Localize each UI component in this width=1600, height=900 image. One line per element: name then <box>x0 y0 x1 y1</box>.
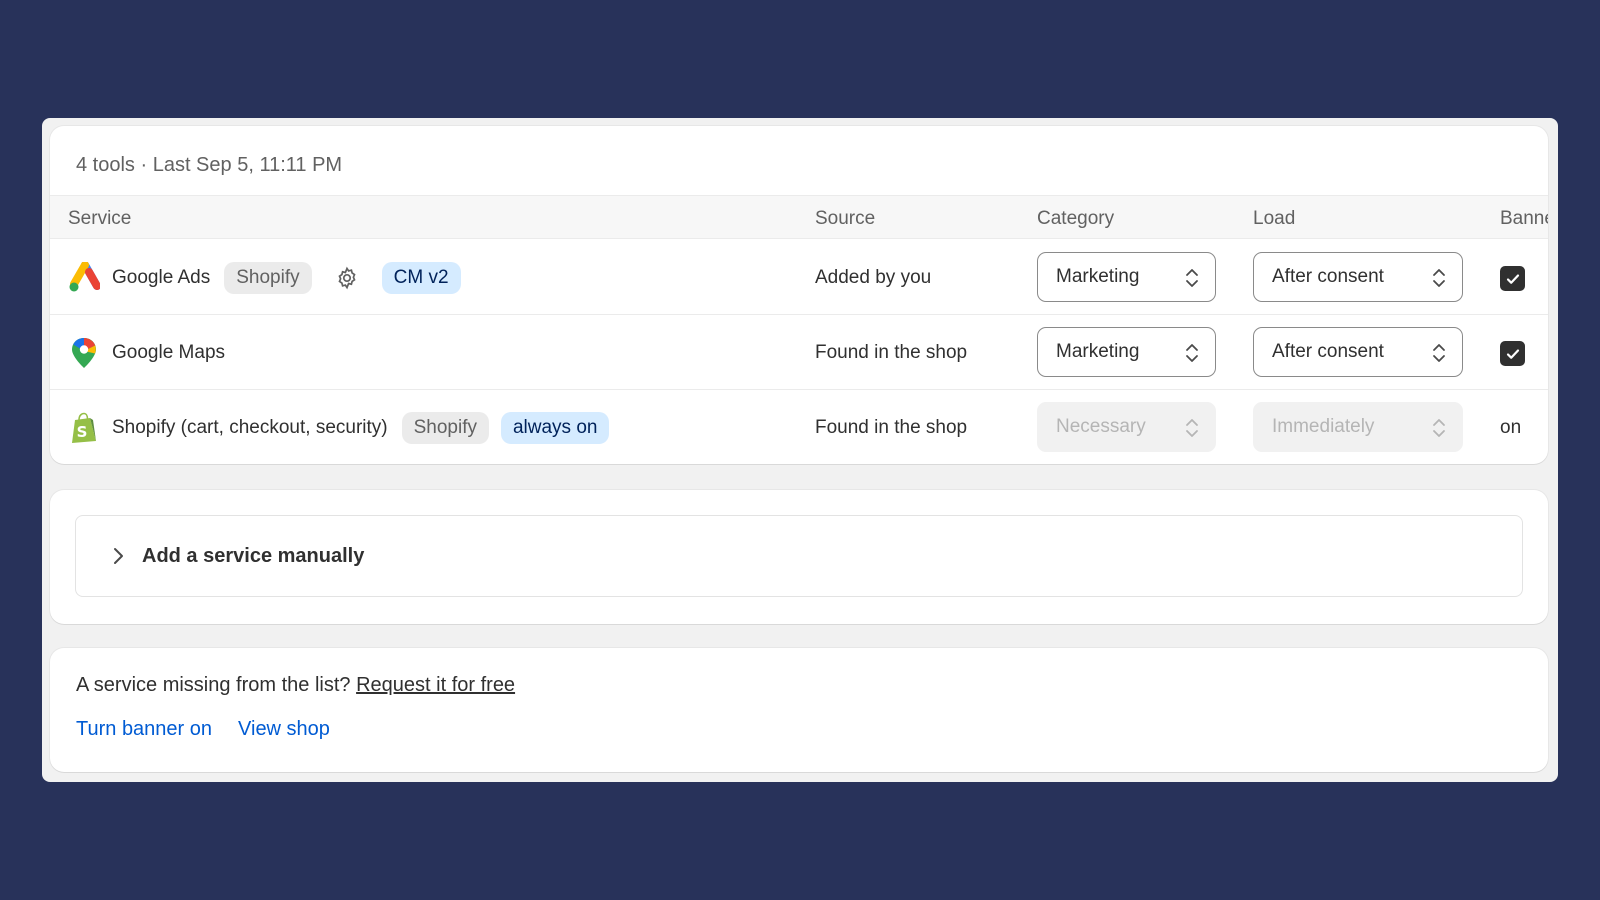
missing-service-line: A service missing from the list? Request… <box>76 674 515 697</box>
load-select-value: After consent <box>1272 266 1384 287</box>
add-service-toggle[interactable]: Add a service manually <box>75 515 1523 597</box>
category-select: Necessary <box>1037 402 1216 452</box>
table-row: Google Ads Shopify CM v2 Added by you Ma… <box>50 240 1548 315</box>
missing-service-text: A service missing from the list? <box>76 674 357 696</box>
banner-status: on <box>1500 416 1522 438</box>
category-select[interactable]: Marketing <box>1037 327 1216 377</box>
select-chevron-icon <box>1432 342 1446 370</box>
table-row: Google Maps Found in the shop Marketing … <box>50 315 1548 390</box>
load-select: Immediately <box>1253 402 1463 452</box>
category-select[interactable]: Marketing <box>1037 252 1216 302</box>
app-frame: 4 tools · Last Sep 5, 11:11 PM Service S… <box>42 118 1558 782</box>
service-name: Google Maps <box>112 341 226 363</box>
source-cell: Found in the shop <box>815 341 968 363</box>
checkmark-icon <box>1506 348 1519 359</box>
table-header: Service Source Category Load Banner <box>50 195 1548 239</box>
service-name: Google Ads <box>112 266 211 288</box>
load-select[interactable]: After consent <box>1253 327 1463 377</box>
add-service-card: Add a service manually <box>50 490 1548 624</box>
always-on-badge: always on <box>500 411 610 444</box>
column-header-load: Load <box>1253 208 1296 229</box>
svg-text:S: S <box>77 423 88 441</box>
service-cell: Google Maps <box>68 315 227 390</box>
column-header-category: Category <box>1037 208 1115 229</box>
select-chevron-icon <box>1432 417 1446 445</box>
category-select-value: Necessary <box>1056 416 1146 437</box>
select-chevron-icon <box>1185 417 1199 445</box>
category-select-value: Marketing <box>1056 341 1140 362</box>
service-cell: S Shopify (cart, checkout, security) Sho… <box>68 390 610 464</box>
load-select-value: After consent <box>1272 341 1384 362</box>
shopify-badge: Shopify <box>401 411 489 444</box>
google-ads-icon <box>68 261 100 294</box>
column-header-service: Service <box>68 208 132 229</box>
shopify-badge: Shopify <box>224 261 312 294</box>
category-select-value: Marketing <box>1056 266 1140 287</box>
service-name: Shopify (cart, checkout, security) <box>112 416 388 438</box>
chevron-right-icon <box>112 547 124 565</box>
select-chevron-icon <box>1185 267 1199 295</box>
view-shop-link[interactable]: View shop <box>238 718 330 741</box>
shopify-bag-icon: S <box>68 412 100 444</box>
footer-card: A service missing from the list? Request… <box>50 648 1548 772</box>
load-select-value: Immediately <box>1272 416 1375 437</box>
column-header-source: Source <box>815 208 876 229</box>
checkmark-icon <box>1506 273 1519 284</box>
banner-checkbox[interactable] <box>1500 341 1525 366</box>
load-select[interactable]: After consent <box>1253 252 1463 302</box>
footer-actions: Turn banner on View shop <box>76 718 330 741</box>
select-chevron-icon <box>1432 267 1446 295</box>
request-link[interactable]: Request it for free <box>356 674 515 696</box>
cm-v2-badge: CM v2 <box>381 261 461 294</box>
turn-banner-on-link[interactable]: Turn banner on <box>76 718 212 741</box>
tools-summary: 4 tools · Last Sep 5, 11:11 PM <box>76 154 343 176</box>
add-service-label: Add a service manually <box>142 544 365 567</box>
select-chevron-icon <box>1185 342 1199 370</box>
column-header-banner: Banner <box>1500 208 1548 229</box>
table-row: S Shopify (cart, checkout, security) Sho… <box>50 390 1548 464</box>
banner-checkbox[interactable] <box>1500 266 1525 291</box>
gear-icon[interactable] <box>334 265 360 291</box>
service-cell: Google Ads Shopify CM v2 <box>68 240 461 315</box>
source-cell: Found in the shop <box>815 416 968 438</box>
google-maps-icon <box>68 337 100 369</box>
source-cell: Added by you <box>815 266 932 288</box>
services-card: 4 tools · Last Sep 5, 11:11 PM Service S… <box>50 126 1548 464</box>
